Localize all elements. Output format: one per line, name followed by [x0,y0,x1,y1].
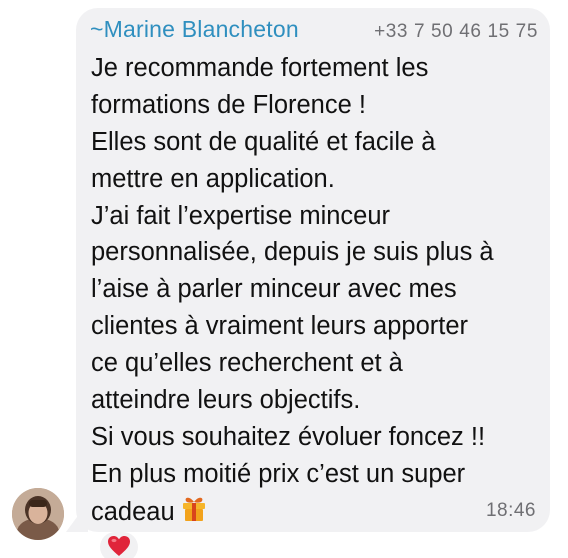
message-line: ce qu’elles recherchent et à [91,349,403,378]
message-line: J’ai fait l’expertise minceur [91,201,391,230]
message-line: Si vous souhaitez évoluer foncez !! [91,422,486,451]
sender-phone[interactable]: +33 7 50 46 15 75 [374,21,538,43]
message-line: clientes à vraiment leurs apporter [91,312,469,341]
message-last-line: cadeau [91,493,541,530]
reaction-badge[interactable] [100,532,138,558]
message-line: personnalisée, depuis je suis plus à [91,238,494,267]
message-line: Je recommande fortement les [91,54,429,82]
sender-avatar[interactable] [12,488,64,540]
message-line: En plus moitié prix c’est un super [91,459,466,488]
message-line: l’aise à parler minceur avec mes [91,275,457,304]
message-line-text: cadeau [91,497,175,526]
message-line: mettre en application. [91,164,335,193]
message-header: ~Marine Blancheton +33 7 50 46 15 75 [90,16,538,48]
message-line: formations de Florence ! [91,90,366,119]
message-text: Je recommande fortement les formations d… [91,50,541,530]
avatar-photo [12,488,64,540]
chat-screen: ~Marine Blancheton +33 7 50 46 15 75 Je … [0,0,568,558]
message-line: atteindre leurs objectifs. [91,386,361,415]
message-line: Elles sont de qualité et facile à [91,127,436,156]
gift-icon [179,493,209,534]
message-time: 18:46 [485,500,536,521]
heart-icon [107,535,131,558]
sender-name[interactable]: ~Marine Blancheton [90,16,299,43]
